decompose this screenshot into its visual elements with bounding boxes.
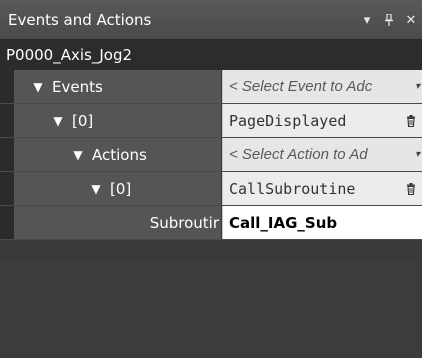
panel-title: Events and Actions — [8, 10, 152, 29]
panel-titlebar: Events and Actions ▾ ✕ — [0, 0, 422, 40]
panel-controls: ▾ ✕ — [356, 0, 422, 40]
events-row[interactable]: ▼ Events < Select Event to Adc ▾ — [0, 70, 422, 104]
action-index-label: [0] — [110, 179, 132, 198]
row-gutter — [0, 172, 14, 205]
subroutine-input[interactable]: Call_IAG_Sub — [222, 206, 422, 239]
expand-arrow-icon[interactable]: ▼ — [50, 114, 66, 128]
event-index-cell[interactable]: ▼ [0] — [14, 104, 222, 137]
expand-arrow-icon[interactable]: ▼ — [70, 148, 86, 162]
events-grid: ▼ Events < Select Event to Adc ▾ ▼ [0] P… — [0, 70, 422, 240]
select-action-text: < Select Action to Ad — [229, 146, 368, 163]
events-label: Events — [52, 77, 103, 96]
dropdown-arrow-icon[interactable]: ▾ — [415, 138, 420, 171]
expand-arrow-icon[interactable]: ▼ — [30, 80, 46, 94]
select-event-text: < Select Event to Adc — [229, 78, 373, 95]
subroutine-value: Call_IAG_Sub — [229, 213, 338, 232]
row-gutter — [0, 70, 14, 103]
close-icon[interactable]: ✕ — [400, 9, 422, 31]
action-value-cell[interactable]: CallSubroutine — [222, 172, 422, 205]
events-label-cell[interactable]: ▼ Events — [14, 70, 222, 103]
action-index-cell[interactable]: ▼ [0] — [14, 172, 222, 205]
event-index-label: [0] — [72, 111, 94, 130]
row-gutter — [0, 206, 14, 239]
subroutine-row[interactable]: Subroutir Call_IAG_Sub — [0, 206, 422, 240]
event-value-cell[interactable]: PageDisplayed — [222, 104, 422, 137]
row-gutter — [0, 138, 14, 171]
dropdown-arrow-icon[interactable]: ▾ — [415, 70, 420, 103]
event-value-text: PageDisplayed — [229, 111, 347, 130]
subroutine-label: Subroutir — [149, 213, 219, 232]
expand-arrow-icon[interactable]: ▼ — [88, 182, 104, 196]
subroutine-label-cell: Subroutir — [14, 206, 222, 239]
trash-icon[interactable] — [406, 172, 416, 205]
event-item-row[interactable]: ▼ [0] PageDisplayed — [0, 104, 422, 138]
actions-label-cell[interactable]: ▼ Actions — [14, 138, 222, 171]
chevron-down-icon[interactable]: ▾ — [356, 9, 378, 31]
empty-area — [0, 260, 422, 358]
action-value-text: CallSubroutine — [229, 179, 356, 198]
page-name: P0000_Axis_Jog2 — [0, 40, 422, 70]
trash-icon[interactable] — [406, 104, 416, 137]
select-event-dropdown[interactable]: < Select Event to Adc ▾ — [222, 70, 422, 103]
actions-row[interactable]: ▼ Actions < Select Action to Ad ▾ — [0, 138, 422, 172]
pin-icon[interactable] — [378, 9, 400, 31]
select-action-dropdown[interactable]: < Select Action to Ad ▾ — [222, 138, 422, 171]
row-gutter — [0, 104, 14, 137]
events-and-actions-panel: Events and Actions ▾ ✕ P0000_Axis_Jog2 ▼… — [0, 0, 422, 358]
actions-label: Actions — [92, 145, 147, 164]
action-item-row[interactable]: ▼ [0] CallSubroutine — [0, 172, 422, 206]
